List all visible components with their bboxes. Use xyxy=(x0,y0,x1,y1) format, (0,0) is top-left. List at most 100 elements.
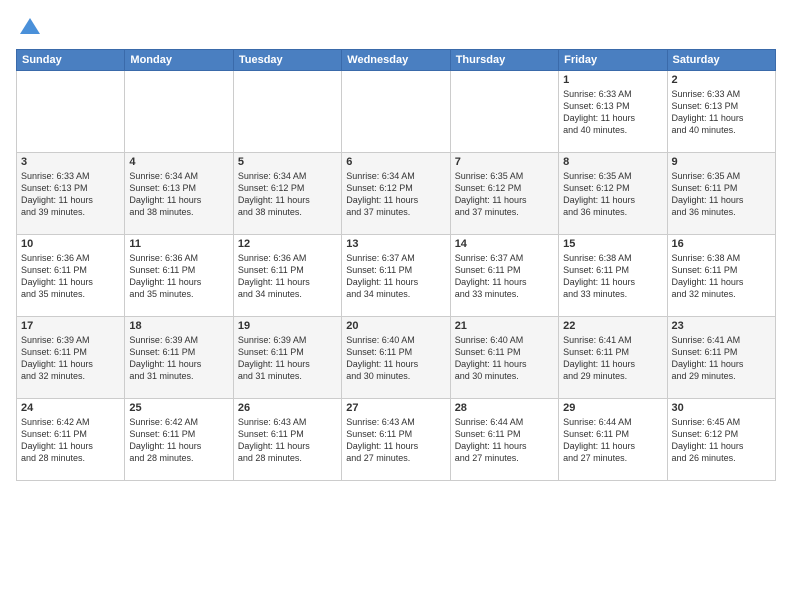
day-header-tuesday: Tuesday xyxy=(233,49,341,70)
day-info: Sunrise: 6:36 AM Sunset: 6:11 PM Dayligh… xyxy=(129,252,228,301)
calendar-cell xyxy=(450,70,558,152)
day-info: Sunrise: 6:34 AM Sunset: 6:13 PM Dayligh… xyxy=(129,170,228,219)
day-number: 6 xyxy=(346,156,445,168)
calendar-cell xyxy=(17,70,125,152)
day-number: 7 xyxy=(455,156,554,168)
day-number: 10 xyxy=(21,238,120,250)
calendar-cell: 14 Sunrise: 6:37 AM Sunset: 6:11 PM Dayli… xyxy=(450,234,558,316)
day-number: 14 xyxy=(455,238,554,250)
day-info: Sunrise: 6:34 AM Sunset: 6:12 PM Dayligh… xyxy=(346,170,445,219)
calendar-cell: 15 Sunrise: 6:38 AM Sunset: 6:11 PM Dayli… xyxy=(559,234,667,316)
day-info: Sunrise: 6:40 AM Sunset: 6:11 PM Dayligh… xyxy=(455,334,554,383)
day-number: 16 xyxy=(672,238,771,250)
day-info: Sunrise: 6:36 AM Sunset: 6:11 PM Dayligh… xyxy=(238,252,337,301)
calendar-cell: 12Sunrise: 6:36 AM Sunset: 6:11 PM Dayli… xyxy=(233,234,341,316)
day-info: Sunrise: 6:39 AM Sunset: 6:11 PM Dayligh… xyxy=(238,334,337,383)
day-number: 18 xyxy=(129,320,228,332)
day-number: 3 xyxy=(21,156,120,168)
day-info: Sunrise: 6:39 AM Sunset: 6:11 PM Dayligh… xyxy=(129,334,228,383)
day-info: Sunrise: 6:42 AM Sunset: 6:11 PM Dayligh… xyxy=(129,416,228,465)
calendar-cell xyxy=(342,70,450,152)
day-header-monday: Monday xyxy=(125,49,233,70)
calendar-cell: 10 Sunrise: 6:36 AM Sunset: 6:11 PM Dayli… xyxy=(17,234,125,316)
day-number: 26 xyxy=(238,402,337,414)
day-info: Sunrise: 6:38 AM Sunset: 6:11 PM Dayligh… xyxy=(672,252,771,301)
day-info: Sunrise: 6:34 AM Sunset: 6:12 PM Dayligh… xyxy=(238,170,337,219)
week-row-2: 10 Sunrise: 6:36 AM Sunset: 6:11 PM Dayli… xyxy=(17,234,776,316)
day-header-sunday: Sunday xyxy=(17,49,125,70)
day-number: 28 xyxy=(455,402,554,414)
day-number: 20 xyxy=(346,320,445,332)
calendar-cell: 23 Sunrise: 6:41 AM Sunset: 6:11 PM Dayli… xyxy=(667,316,775,398)
day-number: 2 xyxy=(672,74,771,86)
day-info: Sunrise: 6:33 AM Sunset: 6:13 PM Dayligh… xyxy=(21,170,120,219)
day-info: Sunrise: 6:36 AM Sunset: 6:11 PM Dayligh… xyxy=(21,252,120,301)
calendar-cell: 11 Sunrise: 6:36 AM Sunset: 6:11 PM Dayli… xyxy=(125,234,233,316)
day-number: 25 xyxy=(129,402,228,414)
day-info: Sunrise: 6:40 AM Sunset: 6:11 PM Dayligh… xyxy=(346,334,445,383)
day-number: 27 xyxy=(346,402,445,414)
day-info: Sunrise: 6:33 AM Sunset: 6:13 PM Dayligh… xyxy=(672,88,771,137)
calendar-cell: 30Sunrise: 6:45 AM Sunset: 6:12 PM Dayli… xyxy=(667,398,775,480)
calendar-cell: 22 Sunrise: 6:41 AM Sunset: 6:11 PM Dayli… xyxy=(559,316,667,398)
logo-text xyxy=(16,16,42,41)
calendar-cell: 6 Sunrise: 6:34 AM Sunset: 6:12 PM Daylig… xyxy=(342,152,450,234)
calendar-cell: 28 Sunrise: 6:44 AM Sunset: 6:11 PM Dayli… xyxy=(450,398,558,480)
logo xyxy=(16,16,42,41)
calendar-cell: 20 Sunrise: 6:40 AM Sunset: 6:11 PM Dayli… xyxy=(342,316,450,398)
day-number: 15 xyxy=(563,238,662,250)
day-info: Sunrise: 6:35 AM Sunset: 6:12 PM Dayligh… xyxy=(455,170,554,219)
day-number: 1 xyxy=(563,74,662,86)
day-header-friday: Friday xyxy=(559,49,667,70)
day-number: 8 xyxy=(563,156,662,168)
calendar-cell: 7 Sunrise: 6:35 AM Sunset: 6:12 PM Daylig… xyxy=(450,152,558,234)
day-info: Sunrise: 6:43 AM Sunset: 6:11 PM Dayligh… xyxy=(238,416,337,465)
calendar-cell: 9Sunrise: 6:35 AM Sunset: 6:11 PM Daylig… xyxy=(667,152,775,234)
logo-icon xyxy=(18,16,42,36)
day-info: Sunrise: 6:39 AM Sunset: 6:11 PM Dayligh… xyxy=(21,334,120,383)
calendar-cell: 8 Sunrise: 6:35 AM Sunset: 6:12 PM Daylig… xyxy=(559,152,667,234)
day-number: 17 xyxy=(21,320,120,332)
calendar-cell: 19 Sunrise: 6:39 AM Sunset: 6:11 PM Dayli… xyxy=(233,316,341,398)
day-number: 21 xyxy=(455,320,554,332)
day-number: 22 xyxy=(563,320,662,332)
day-number: 29 xyxy=(563,402,662,414)
day-header-saturday: Saturday xyxy=(667,49,775,70)
calendar-cell: 26 Sunrise: 6:43 AM Sunset: 6:11 PM Dayli… xyxy=(233,398,341,480)
day-info: Sunrise: 6:44 AM Sunset: 6:11 PM Dayligh… xyxy=(563,416,662,465)
day-number: 11 xyxy=(129,238,228,250)
day-number: 5 xyxy=(238,156,337,168)
week-row-1: 3 Sunrise: 6:33 AM Sunset: 6:13 PM Daylig… xyxy=(17,152,776,234)
calendar-cell: 4 Sunrise: 6:34 AM Sunset: 6:13 PM Daylig… xyxy=(125,152,233,234)
day-info: Sunrise: 6:35 AM Sunset: 6:12 PM Dayligh… xyxy=(563,170,662,219)
calendar-cell: 21 Sunrise: 6:40 AM Sunset: 6:11 PM Dayli… xyxy=(450,316,558,398)
calendar-cell: 24 Sunrise: 6:42 AM Sunset: 6:11 PM Dayli… xyxy=(17,398,125,480)
day-number: 4 xyxy=(129,156,228,168)
day-number: 24 xyxy=(21,402,120,414)
calendar-cell: 5 Sunrise: 6:34 AM Sunset: 6:12 PM Daylig… xyxy=(233,152,341,234)
day-info: Sunrise: 6:37 AM Sunset: 6:11 PM Dayligh… xyxy=(455,252,554,301)
calendar-cell: 16 Sunrise: 6:38 AM Sunset: 6:11 PM Dayli… xyxy=(667,234,775,316)
calendar-cell: 29 Sunrise: 6:44 AM Sunset: 6:11 PM Dayli… xyxy=(559,398,667,480)
day-header-wednesday: Wednesday xyxy=(342,49,450,70)
day-info: Sunrise: 6:38 AM Sunset: 6:11 PM Dayligh… xyxy=(563,252,662,301)
week-row-4: 24 Sunrise: 6:42 AM Sunset: 6:11 PM Dayli… xyxy=(17,398,776,480)
calendar-cell: 25 Sunrise: 6:42 AM Sunset: 6:11 PM Dayli… xyxy=(125,398,233,480)
calendar-cell: 27Sunrise: 6:43 AM Sunset: 6:11 PM Dayli… xyxy=(342,398,450,480)
header xyxy=(16,16,776,41)
page: SundayMondayTuesdayWednesdayThursdayFrid… xyxy=(0,0,792,612)
day-info: Sunrise: 6:33 AM Sunset: 6:13 PM Dayligh… xyxy=(563,88,662,137)
day-info: Sunrise: 6:35 AM Sunset: 6:11 PM Dayligh… xyxy=(672,170,771,219)
day-number: 19 xyxy=(238,320,337,332)
day-info: Sunrise: 6:41 AM Sunset: 6:11 PM Dayligh… xyxy=(563,334,662,383)
day-info: Sunrise: 6:42 AM Sunset: 6:11 PM Dayligh… xyxy=(21,416,120,465)
day-info: Sunrise: 6:44 AM Sunset: 6:11 PM Dayligh… xyxy=(455,416,554,465)
day-info: Sunrise: 6:41 AM Sunset: 6:11 PM Dayligh… xyxy=(672,334,771,383)
day-number: 13 xyxy=(346,238,445,250)
day-header-thursday: Thursday xyxy=(450,49,558,70)
calendar-cell xyxy=(233,70,341,152)
day-number: 23 xyxy=(672,320,771,332)
calendar: SundayMondayTuesdayWednesdayThursdayFrid… xyxy=(16,49,776,481)
week-row-0: 1 Sunrise: 6:33 AM Sunset: 6:13 PM Daylig… xyxy=(17,70,776,152)
day-info: Sunrise: 6:45 AM Sunset: 6:12 PM Dayligh… xyxy=(672,416,771,465)
